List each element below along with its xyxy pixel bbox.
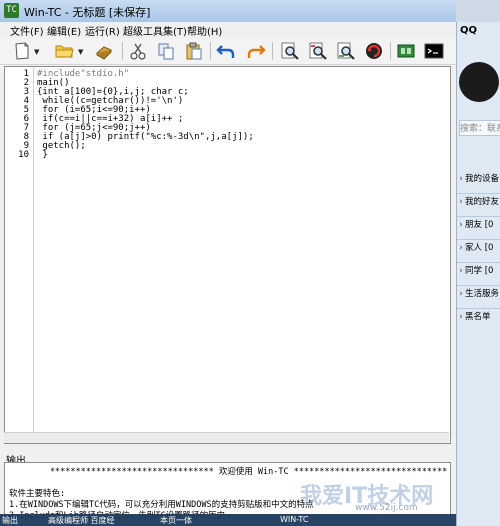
chevron-right-icon: ›	[459, 266, 463, 276]
app-icon: TC	[4, 3, 19, 18]
paste-icon[interactable]	[182, 40, 206, 62]
menu-bar: 文件(F) 编辑(E) 运行(R) 超级工具集(T) 帮助(H)	[0, 22, 456, 38]
chevron-right-icon: ›	[459, 220, 463, 230]
replace-icon[interactable]	[334, 40, 358, 62]
output-line: ******************************** 欢迎使用 Wi…	[9, 467, 448, 477]
menu-run[interactable]: 运行(R)	[85, 23, 120, 38]
line-number: 10	[18, 150, 29, 160]
find-next-icon[interactable]	[306, 40, 330, 62]
new-dropdown-icon[interactable]: ▼	[34, 48, 39, 56]
taskbar-item[interactable]: 本页一体	[160, 515, 192, 526]
horizontal-scrollbar[interactable]	[4, 432, 449, 443]
chevron-right-icon: ›	[459, 197, 463, 207]
menu-help[interactable]: 帮助(H)	[187, 23, 222, 38]
qq-group-label: 我的好友	[465, 197, 500, 207]
qq-group-pals[interactable]: › 朋友 [0	[457, 218, 500, 238]
menu-edit[interactable]: 编辑(E)	[47, 23, 81, 38]
qq-panel: QQ 搜索：联系 ›我的设备 ›我的好友 ›朋友 [0 ›家人 [0 ›同学 […	[456, 22, 500, 526]
qq-group-label: 朋友 [0	[465, 220, 494, 230]
toolbar-separator	[210, 42, 211, 60]
qq-group-family[interactable]: › 家人 [0	[457, 241, 500, 261]
qq-group-label: 我的设备	[465, 174, 500, 184]
code-area[interactable]: #include"stdio.h" main() {int a[100]={0}…	[37, 67, 447, 443]
line-number-gutter: 1 2 3 4 5 6 7 8 9 10	[5, 67, 34, 443]
search-input[interactable]: 搜索：联系	[459, 120, 500, 136]
divider	[457, 216, 500, 217]
qq-group-label: 黑名单	[465, 312, 491, 322]
main-window: TC Win-TC - 无标题 [未保存] 文件(F) 编辑(E) 运行(R) …	[0, 0, 456, 526]
find-icon[interactable]	[278, 40, 302, 62]
qq-group-classmates[interactable]: › 同学 [0	[457, 264, 500, 284]
qq-group-services[interactable]: › 生活服务	[457, 287, 500, 307]
code-editor[interactable]: 1 2 3 4 5 6 7 8 9 10 #include"stdio.h" m…	[4, 66, 451, 444]
toolbar-separator	[390, 42, 391, 60]
qq-group-friends[interactable]: › 我的好友	[457, 195, 500, 215]
qq-group-label: 生活服务	[465, 289, 500, 299]
divider	[457, 193, 500, 194]
toolbar: ▼ ▼	[0, 38, 456, 65]
menu-file[interactable]: 文件(F)	[10, 23, 44, 38]
taskbar-item[interactable]: 输出	[2, 515, 18, 526]
divider	[457, 239, 500, 240]
compile-icon[interactable]	[394, 40, 418, 62]
chevron-right-icon: ›	[459, 312, 463, 322]
code-line[interactable]: }	[37, 150, 47, 160]
window-title: Win-TC - 无标题 [未保存]	[24, 6, 151, 19]
save-icon[interactable]	[92, 40, 116, 62]
divider	[457, 308, 500, 309]
divider	[457, 285, 500, 286]
qq-group-label: 同学 [0	[465, 266, 494, 276]
toolbar-separator	[122, 42, 123, 60]
new-file-icon[interactable]	[10, 40, 34, 62]
undo-icon[interactable]	[214, 40, 238, 62]
run-console-icon[interactable]	[422, 40, 446, 62]
taskbar: 输出 高级编程师 百度经 本页一体 WIN-TC	[0, 514, 456, 526]
taskbar-item[interactable]: WIN-TC	[280, 515, 308, 524]
chevron-right-icon: ›	[459, 174, 463, 184]
open-dropdown-icon[interactable]: ▼	[78, 48, 83, 56]
toolbar-separator	[272, 42, 273, 60]
qq-group-blacklist[interactable]: › 黑名单	[457, 310, 500, 330]
divider	[457, 262, 500, 263]
title-bar[interactable]: TC Win-TC - 无标题 [未保存]	[0, 0, 456, 22]
chevron-right-icon: ›	[459, 243, 463, 253]
watermark-url: www.52ij.com	[355, 503, 418, 513]
chevron-right-icon: ›	[459, 289, 463, 299]
qq-title: QQ	[460, 25, 478, 36]
menu-tools[interactable]: 超级工具集(T)	[123, 23, 187, 38]
qq-group-label: 家人 [0	[465, 243, 494, 253]
refresh-icon[interactable]	[362, 40, 386, 62]
avatar[interactable]	[459, 62, 499, 102]
qq-group-devices[interactable]: › 我的设备	[457, 172, 500, 192]
taskbar-item[interactable]: 高级编程师 百度经	[48, 515, 115, 526]
redo-icon[interactable]	[244, 40, 268, 62]
cut-icon[interactable]	[126, 40, 150, 62]
open-folder-icon[interactable]	[52, 40, 76, 62]
copy-icon[interactable]	[154, 40, 178, 62]
